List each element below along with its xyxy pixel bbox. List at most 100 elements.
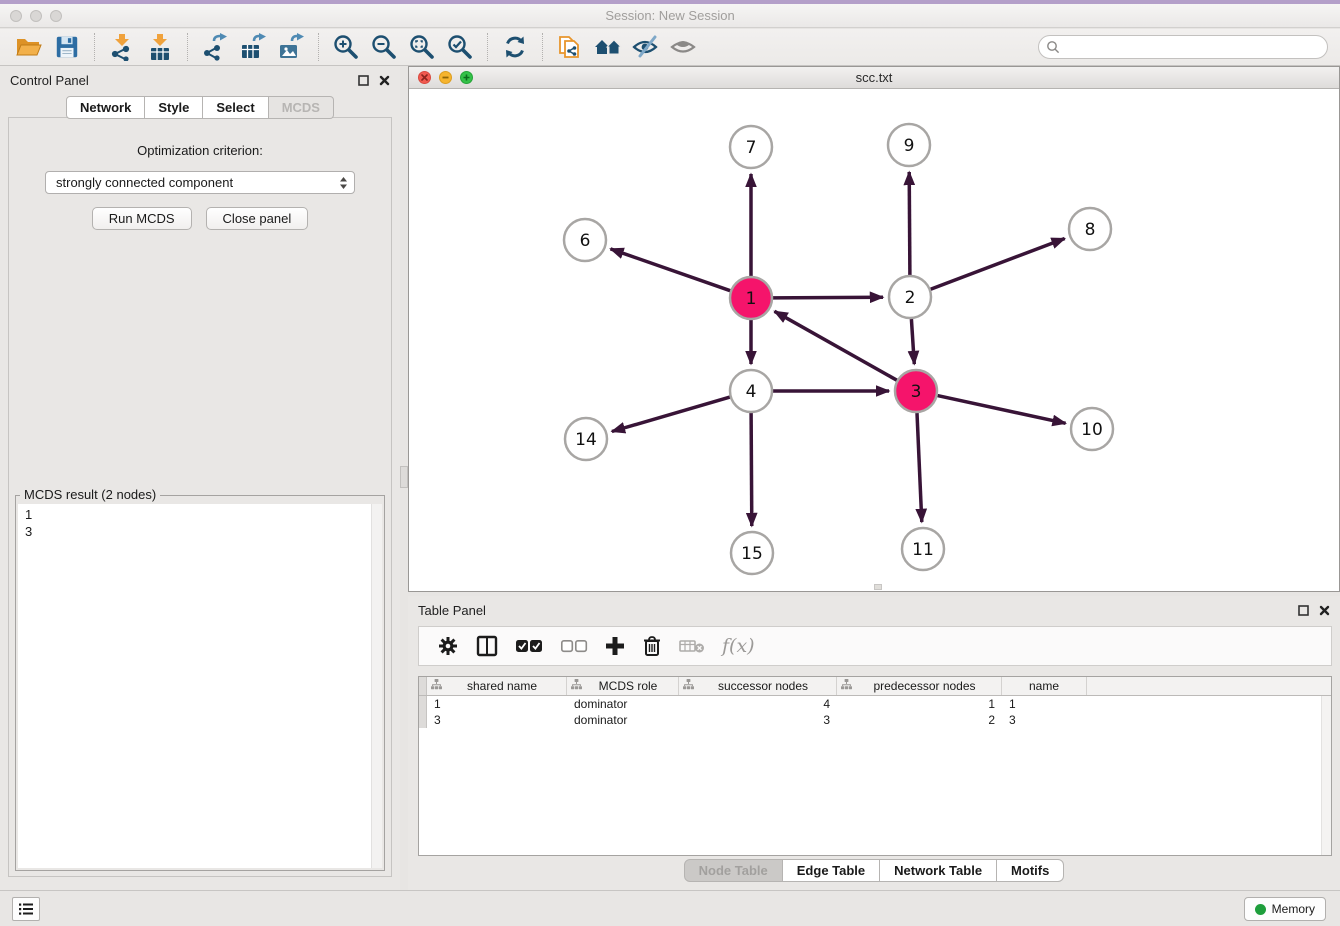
delete-table-icon[interactable] — [679, 638, 705, 654]
cell-successor-nodes[interactable]: 4 — [679, 696, 837, 712]
network-window-titlebar[interactable]: scc.txt — [409, 67, 1339, 89]
cell-MCDS-role[interactable]: dominator — [567, 696, 679, 712]
toolbar-separator — [318, 33, 319, 61]
deselect-all-icon[interactable] — [560, 639, 588, 653]
zoom-out-icon[interactable] — [365, 32, 403, 62]
table-panel-header: Table Panel — [408, 596, 1340, 624]
cell-MCDS-role[interactable]: dominator — [567, 712, 679, 728]
minimize-network-icon[interactable] — [439, 71, 452, 84]
node-14[interactable]: 14 — [565, 418, 607, 460]
toolbar-separator — [94, 33, 95, 61]
save-session-icon[interactable] — [48, 32, 86, 62]
node-9[interactable]: 9 — [888, 124, 930, 166]
open-file-icon[interactable] — [10, 32, 48, 62]
node-1[interactable]: 1 — [730, 277, 772, 319]
hierarchy-icon — [683, 679, 694, 693]
column-header-predecessor-nodes[interactable]: predecessor nodes — [837, 677, 1002, 695]
node-4[interactable]: 4 — [730, 370, 772, 412]
function-builder-icon[interactable]: f(x) — [722, 635, 755, 657]
table-tab-network-table[interactable]: Network Table — [880, 859, 997, 882]
main-toolbar — [0, 29, 1340, 66]
node-10[interactable]: 10 — [1071, 408, 1113, 450]
apply-layout-icon[interactable] — [496, 32, 534, 62]
memory-label: Memory — [1272, 902, 1315, 916]
criterion-select[interactable]: strongly connected component — [45, 171, 355, 194]
run-mcds-button[interactable]: Run MCDS — [92, 207, 192, 230]
tab-network[interactable]: Network — [66, 96, 145, 119]
column-header-shared-name[interactable]: shared name — [427, 677, 567, 695]
node-6[interactable]: 6 — [564, 219, 606, 261]
close-panel-icon[interactable] — [379, 75, 390, 86]
criterion-select-value: strongly connected component — [56, 175, 233, 190]
tab-mcds[interactable]: MCDS — [269, 96, 334, 119]
delete-column-icon[interactable] — [642, 635, 662, 657]
import-network-icon[interactable] — [103, 32, 141, 62]
node-11[interactable]: 11 — [902, 528, 944, 570]
tab-style[interactable]: Style — [145, 96, 203, 119]
mcds-panel: Optimization criterion: strongly connect… — [8, 117, 392, 877]
import-table-icon[interactable] — [141, 32, 179, 62]
close-table-panel-icon[interactable] — [1319, 605, 1330, 616]
float-panel-icon[interactable] — [358, 75, 369, 86]
float-table-panel-icon[interactable] — [1298, 605, 1309, 616]
node-7[interactable]: 7 — [730, 126, 772, 168]
zoom-selected-icon[interactable] — [441, 32, 479, 62]
node-table[interactable]: shared nameMCDS rolesuccessor nodesprede… — [418, 676, 1332, 856]
close-network-icon[interactable] — [418, 71, 431, 84]
cell-name[interactable]: 1 — [1002, 696, 1087, 712]
edge-2-3 — [911, 319, 914, 364]
column-header-name[interactable]: name — [1002, 677, 1087, 695]
node-15[interactable]: 15 — [731, 532, 773, 574]
svg-text:14: 14 — [575, 430, 597, 450]
zoom-fit-icon[interactable] — [403, 32, 441, 62]
mcds-result-area[interactable]: 1 3 — [18, 504, 382, 868]
table-settings-icon[interactable] — [437, 635, 459, 657]
column-header-MCDS-role[interactable]: MCDS role — [567, 677, 679, 695]
cell-successor-nodes[interactable]: 3 — [679, 712, 837, 728]
first-neighbors-icon[interactable] — [589, 32, 627, 62]
divider-grab-handle[interactable] — [400, 466, 408, 488]
node-8[interactable]: 8 — [1069, 208, 1111, 250]
table-row[interactable]: 3dominator323 — [419, 712, 1331, 728]
zoom-in-icon[interactable] — [327, 32, 365, 62]
table-tab-motifs[interactable]: Motifs — [997, 859, 1064, 882]
memory-button[interactable]: Memory — [1244, 897, 1326, 921]
tab-select[interactable]: Select — [203, 96, 268, 119]
panel-divider[interactable] — [400, 66, 408, 890]
network-window-title: scc.txt — [409, 70, 1339, 85]
result-scrollbar[interactable] — [371, 504, 382, 868]
search-input[interactable] — [1038, 35, 1328, 59]
task-history-button[interactable] — [12, 897, 40, 921]
export-image-icon[interactable] — [272, 32, 310, 62]
search-box — [1038, 35, 1328, 59]
show-all-icon[interactable] — [665, 32, 703, 62]
table-tab-edge-table[interactable]: Edge Table — [783, 859, 880, 882]
network-canvas[interactable]: 7 9 6 8 1 2 4 3 14 10 15 11 — [409, 89, 1339, 591]
table-row[interactable]: 1dominator411 — [419, 696, 1331, 712]
cell-shared-name[interactable]: 1 — [427, 696, 567, 712]
node-3[interactable]: 3 — [895, 370, 937, 412]
export-network-icon[interactable] — [196, 32, 234, 62]
network-scroll-handle[interactable] — [874, 584, 882, 590]
add-column-icon[interactable] — [605, 636, 625, 656]
network-window: scc.txt 7 9 6 8 1 2 4 3 14 10 15 11 — [408, 66, 1340, 592]
network-graph-svg[interactable]: 7 9 6 8 1 2 4 3 14 10 15 11 — [409, 89, 1339, 591]
column-header-successor-nodes[interactable]: successor nodes — [679, 677, 837, 695]
hide-selected-icon[interactable] — [627, 32, 665, 62]
clone-network-icon[interactable] — [551, 32, 589, 62]
cell-predecessor-nodes[interactable]: 2 — [837, 712, 1002, 728]
cell-predecessor-nodes[interactable]: 1 — [837, 696, 1002, 712]
export-table-icon[interactable] — [234, 32, 272, 62]
close-panel-button[interactable]: Close panel — [206, 207, 309, 230]
table-scrollbar[interactable] — [1321, 696, 1331, 855]
table-tab-node-table[interactable]: Node Table — [684, 859, 783, 882]
control-panel: Control Panel NetworkStyleSelectMCDS Opt… — [0, 66, 400, 890]
maximize-network-icon[interactable] — [460, 71, 473, 84]
svg-text:8: 8 — [1085, 220, 1096, 240]
node-2[interactable]: 2 — [889, 276, 931, 318]
hierarchy-icon — [431, 679, 442, 693]
cell-shared-name[interactable]: 3 — [427, 712, 567, 728]
select-all-icon[interactable] — [515, 639, 543, 653]
cell-name[interactable]: 3 — [1002, 712, 1087, 728]
column-panel-icon[interactable] — [476, 635, 498, 657]
